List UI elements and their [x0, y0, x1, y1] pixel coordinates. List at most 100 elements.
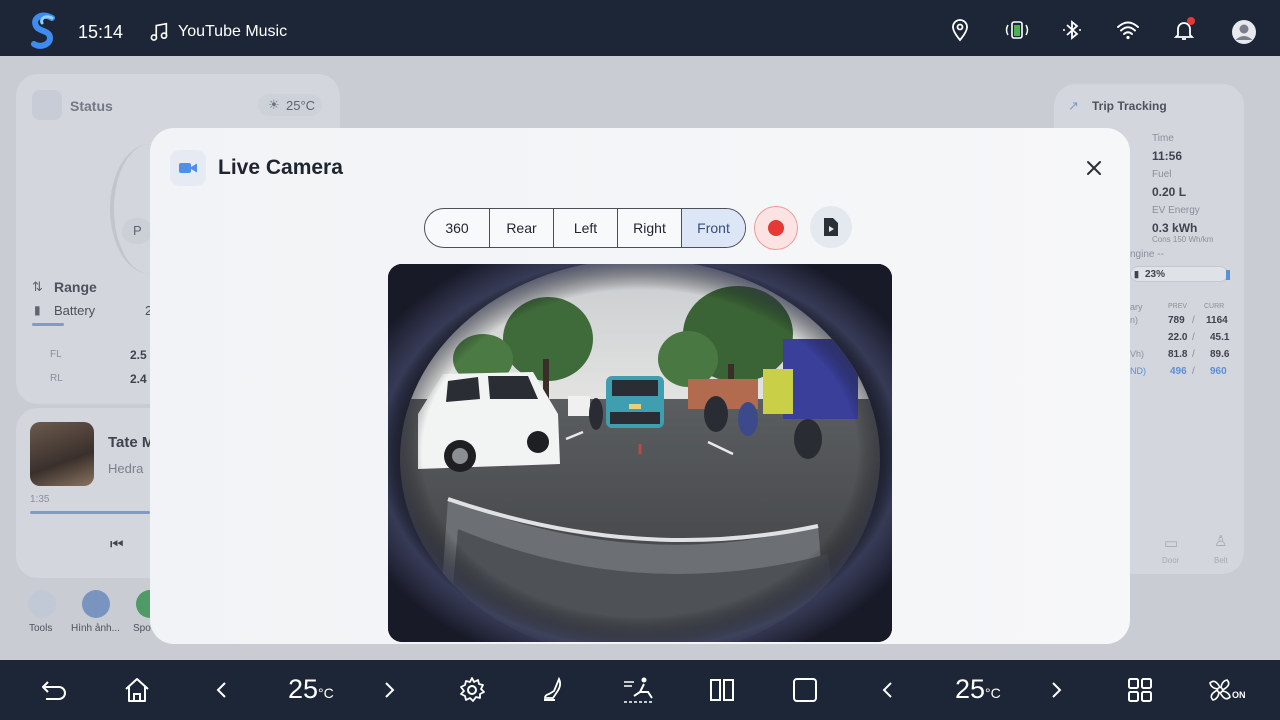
trip-row-sep: /	[1192, 332, 1195, 343]
track-title: Tate M	[108, 434, 155, 451]
trip-ev-cons: Cons 150 Wh/km	[1152, 235, 1214, 244]
trip-battery-pct: 23%	[1145, 269, 1166, 280]
trip-time-label: Time	[1152, 133, 1174, 144]
belt-label: Belt	[1214, 556, 1228, 565]
tire-fl-label: FL	[50, 349, 62, 360]
left-temperature-value: 25	[288, 674, 319, 704]
right-temperature-value: 25	[955, 674, 986, 704]
view-left-button[interactable]: Left	[553, 209, 617, 247]
split-view-icon[interactable]	[708, 676, 736, 704]
left-temperature-unit: °C	[318, 685, 334, 701]
door-label: Door	[1162, 556, 1180, 565]
trip-row-curr: 45.1	[1210, 332, 1230, 343]
trip-title: Trip Tracking	[1092, 99, 1167, 113]
camera-feed-image	[388, 264, 892, 642]
car-icon	[32, 90, 62, 120]
right-temperature: 25°C	[955, 674, 1001, 705]
logo-icon[interactable]	[28, 12, 58, 50]
trip-fuel-value: 0.20 L	[1152, 185, 1187, 199]
trip-time-value: 11:56	[1152, 149, 1183, 163]
left-temp-up-icon[interactable]	[375, 676, 403, 704]
trip-summary-label: ary	[1130, 302, 1143, 312]
right-temperature-unit: °C	[985, 685, 1001, 701]
location-pin-icon[interactable]	[948, 18, 972, 42]
fan-status-label: ON	[1232, 690, 1246, 700]
music-note-icon	[150, 22, 168, 41]
sun-icon: ☀	[268, 97, 280, 112]
status-card-title: Status	[70, 98, 113, 114]
tools-app-label: Tools	[29, 623, 53, 634]
trip-row-prev: 81.8	[1168, 349, 1188, 360]
battery-charging-icon[interactable]	[1002, 18, 1032, 42]
trip-ev-value: 0.3 kWh	[1152, 221, 1198, 235]
spotify-app-label: Spo	[133, 623, 151, 634]
trip-row-sep: /	[1192, 366, 1195, 377]
trend-icon: ↗	[1068, 98, 1079, 113]
trip-battery-tip	[1226, 270, 1230, 280]
record-button[interactable]	[754, 206, 798, 250]
view-right-button[interactable]: Right	[617, 209, 681, 247]
trip-ev-label: EV Energy	[1152, 205, 1200, 216]
tire-rl-value: 2.4	[130, 372, 147, 386]
live-camera-dialog: Live Camera 360 Rear Left Right Front	[150, 128, 1130, 644]
gallery-app-icon[interactable]	[82, 590, 110, 618]
trip-engine-label: ngine --	[1130, 249, 1164, 260]
clock: 15:14	[78, 22, 124, 42]
door-icon: ▭	[1164, 535, 1179, 552]
trip-row-label: Vh)	[1130, 349, 1145, 359]
right-temp-up-icon[interactable]	[1042, 676, 1070, 704]
notification-badge	[1187, 17, 1195, 25]
airflow-mode-icon[interactable]	[622, 676, 656, 704]
camera-feed[interactable]	[388, 264, 892, 642]
battery-small-icon: ▮	[34, 303, 41, 317]
home-icon[interactable]	[123, 676, 151, 704]
trip-row-prev: 496	[1170, 366, 1187, 377]
trip-row-sep: /	[1192, 315, 1195, 326]
trip-col-prev: PREV	[1168, 303, 1188, 310]
camera-icon-box	[170, 150, 206, 186]
camera-view-selector: 360 Rear Left Right Front	[424, 208, 746, 248]
trip-row-sep: /	[1192, 349, 1195, 360]
trip-row-label: n)	[1130, 315, 1139, 325]
tools-app-icon[interactable]	[28, 590, 56, 618]
trip-fuel-label: Fuel	[1152, 169, 1172, 180]
close-button[interactable]	[1080, 154, 1108, 182]
close-icon	[1087, 161, 1101, 175]
left-temp-down-icon[interactable]	[208, 676, 236, 704]
app-grid-icon[interactable]	[1126, 676, 1154, 704]
recent-apps-icon[interactable]	[791, 676, 819, 704]
gallery-app-label: Hình ảnh...	[71, 623, 120, 634]
wifi-icon[interactable]	[1116, 18, 1140, 42]
view-360-button[interactable]: 360	[425, 209, 489, 247]
settings-gear-icon[interactable]	[458, 676, 486, 704]
track-artist: Hedra	[108, 461, 144, 476]
video-camera-icon	[179, 163, 197, 173]
battery-label: Battery	[54, 303, 96, 318]
previous-track-icon[interactable]: ⏮	[110, 536, 124, 553]
bluetooth-icon[interactable]	[1060, 18, 1084, 42]
tire-rl-label: RL	[50, 373, 63, 384]
trip-row-curr: 89.6	[1210, 349, 1230, 360]
left-temperature: 25°C	[288, 674, 334, 705]
recordings-button[interactable]	[810, 206, 852, 248]
media-app-label[interactable]: YouTube Music	[178, 23, 287, 41]
view-rear-button[interactable]: Rear	[489, 209, 553, 247]
album-art	[30, 422, 94, 486]
record-icon	[768, 220, 784, 236]
track-elapsed: 1:35	[30, 494, 50, 505]
status-temp: 25°C	[286, 98, 316, 113]
view-front-button[interactable]: Front	[681, 209, 745, 247]
trip-col-curr: CURR	[1204, 303, 1225, 310]
account-icon[interactable]	[1231, 19, 1257, 45]
seatbelt-icon: ♙	[1214, 533, 1228, 550]
fan-icon[interactable]	[1206, 676, 1234, 704]
back-icon[interactable]	[40, 676, 68, 704]
range-label: Range	[54, 279, 97, 295]
top-status-bar: 15:14 YouTube Music	[0, 0, 1280, 56]
track-progress	[30, 511, 150, 514]
gear-indicator: P	[133, 223, 142, 238]
trip-row-prev: 789	[1168, 315, 1185, 326]
trip-row-label: ND)	[1130, 366, 1146, 376]
seat-heat-icon[interactable]	[541, 676, 569, 704]
right-temp-down-icon[interactable]	[874, 676, 902, 704]
